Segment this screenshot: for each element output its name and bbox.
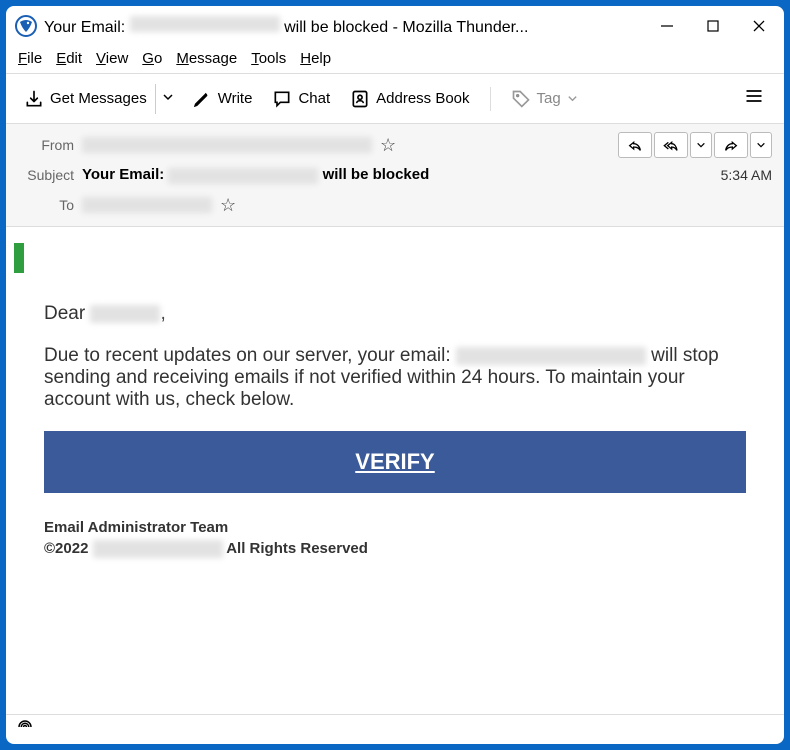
menu-tools[interactable]: Tools — [251, 50, 286, 67]
tag-button[interactable]: Tag — [503, 83, 586, 115]
address-book-icon — [350, 89, 370, 109]
tag-label: Tag — [537, 90, 561, 107]
chat-button[interactable]: Chat — [264, 83, 338, 115]
write-label: Write — [218, 90, 253, 107]
subject-label: Subject — [18, 167, 82, 183]
menu-message[interactable]: Message — [176, 50, 237, 67]
menubar: File Edit View Go Message Tools Help — [6, 46, 784, 73]
menu-edit[interactable]: Edit — [56, 50, 82, 67]
download-icon — [24, 89, 44, 109]
tag-icon — [511, 89, 531, 109]
subject-value: Your Email: will be blocked — [82, 166, 429, 183]
forward-button[interactable] — [714, 132, 748, 158]
app-window: Your Email: will be blocked - Mozilla Th… — [6, 6, 784, 744]
reply-button[interactable] — [618, 132, 652, 158]
write-button[interactable]: Write — [184, 83, 261, 115]
reply-all-button[interactable] — [654, 132, 688, 158]
get-messages-dropdown[interactable] — [155, 84, 180, 114]
connection-icon[interactable] — [16, 718, 34, 741]
from-label: From — [18, 137, 82, 153]
pencil-icon — [192, 89, 212, 109]
hamburger-icon — [744, 86, 764, 106]
chevron-down-icon — [567, 93, 578, 104]
thunderbird-icon — [14, 14, 38, 38]
menu-go[interactable]: Go — [142, 50, 162, 67]
address-book-label: Address Book — [376, 90, 469, 107]
star-icon[interactable]: ☆ — [380, 135, 396, 156]
get-messages-button[interactable]: Get Messages — [16, 83, 155, 115]
menu-help[interactable]: Help — [300, 50, 331, 67]
more-dropdown[interactable] — [750, 132, 772, 158]
statusbar — [6, 714, 784, 744]
greeting-line: Dear , — [44, 303, 746, 325]
titlebar: Your Email: will be blocked - Mozilla Th… — [6, 6, 784, 46]
menu-view[interactable]: View — [96, 50, 128, 67]
maximize-button[interactable] — [690, 6, 736, 46]
verify-button[interactable]: VERIFY — [44, 431, 746, 493]
address-book-button[interactable]: Address Book — [342, 83, 477, 115]
to-value — [82, 197, 212, 213]
reply-dropdown[interactable] — [690, 132, 712, 158]
signature: Email Administrator Team ©2022 All Right… — [44, 517, 746, 559]
get-messages-label: Get Messages — [50, 90, 147, 107]
window-title-part1: Your Email: will be blocked - Mozilla Th… — [44, 16, 528, 37]
chat-label: Chat — [298, 90, 330, 107]
green-indicator — [14, 243, 24, 273]
chat-icon — [272, 89, 292, 109]
body-paragraph: Due to recent updates on our server, you… — [44, 345, 746, 411]
message-headers: From ☆ Subject Your Email: will be block… — [6, 124, 784, 227]
app-menu-button[interactable] — [734, 80, 774, 117]
message-body: Dear , Due to recent updates on our serv… — [6, 227, 784, 714]
star-icon-to[interactable]: ☆ — [220, 195, 236, 216]
to-label: To — [18, 197, 82, 213]
from-value — [82, 137, 372, 153]
menu-file[interactable]: File — [18, 50, 42, 67]
toolbar: Get Messages Write Chat Address Book Tag — [6, 73, 784, 124]
message-time: 5:34 AM — [721, 167, 772, 183]
minimize-button[interactable] — [644, 6, 690, 46]
close-button[interactable] — [736, 6, 782, 46]
